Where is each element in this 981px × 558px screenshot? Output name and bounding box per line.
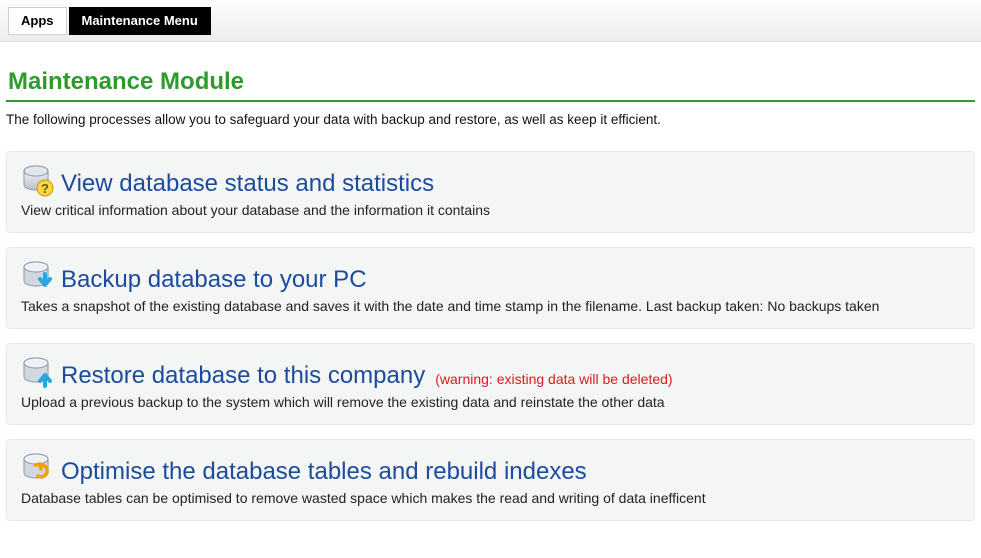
panel-head: Optimise the database tables and rebuild…	[21, 452, 962, 486]
link-view-status[interactable]: View database status and statistics	[61, 170, 434, 198]
restore-warning: (warning: existing data will be deleted)	[431, 371, 672, 390]
link-backup[interactable]: Backup database to your PC	[61, 266, 367, 294]
page-body: Maintenance Module The following process…	[0, 42, 981, 551]
panel-restore: Restore database to this company (warnin…	[6, 343, 975, 425]
panel-desc: View critical information about your dat…	[21, 202, 962, 218]
menu-apps[interactable]: Apps	[8, 7, 67, 35]
link-optimise[interactable]: Optimise the database tables and rebuild…	[61, 458, 587, 486]
page-title: Maintenance Module	[6, 48, 975, 102]
panel-desc: Takes a snapshot of the existing databas…	[21, 298, 962, 314]
menu-maintenance-label: Maintenance Menu	[82, 13, 198, 28]
panel-desc: Database tables can be optimised to remo…	[21, 490, 962, 506]
panel-view-status: ? View database status and statistics Vi…	[6, 151, 975, 233]
svg-text:?: ?	[41, 181, 49, 196]
database-download-icon	[21, 260, 55, 294]
panel-backup: Backup database to your PC Takes a snaps…	[6, 247, 975, 329]
panel-head: ? View database status and statistics	[21, 164, 962, 198]
database-info-icon: ?	[21, 164, 55, 198]
panel-desc: Upload a previous backup to the system w…	[21, 394, 962, 410]
panel-head: Backup database to your PC	[21, 260, 962, 294]
menubar: Apps Maintenance Menu	[0, 0, 981, 42]
panel-head: Restore database to this company (warnin…	[21, 356, 962, 390]
database-upload-icon	[21, 356, 55, 390]
panel-optimise: Optimise the database tables and rebuild…	[6, 439, 975, 521]
intro-text: The following processes allow you to saf…	[6, 102, 975, 137]
database-optimise-icon	[21, 452, 55, 486]
menu-apps-label: Apps	[21, 13, 54, 28]
menu-maintenance[interactable]: Maintenance Menu	[69, 7, 211, 35]
link-restore[interactable]: Restore database to this company	[61, 362, 425, 390]
